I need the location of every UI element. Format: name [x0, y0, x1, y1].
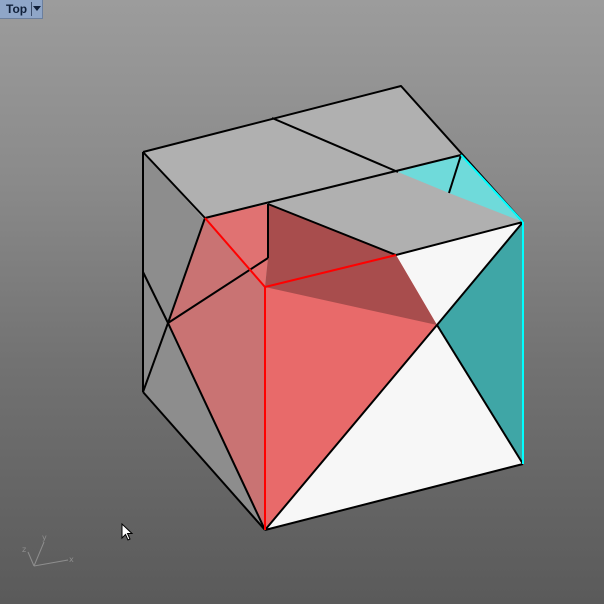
viewport[interactable]: Top x y z	[0, 0, 604, 604]
model-scene[interactable]	[0, 0, 604, 604]
axis-y-label: y	[42, 533, 47, 542]
axis-z-label: z	[22, 545, 26, 554]
world-axis-icon: x y z	[22, 533, 74, 567]
axis-x-label: x	[69, 555, 74, 564]
mouse-cursor-icon	[121, 523, 134, 541]
